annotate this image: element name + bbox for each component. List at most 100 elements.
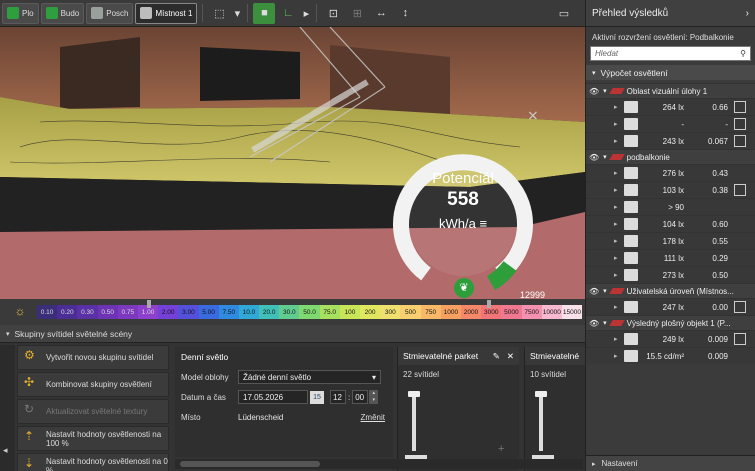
chevron-right-icon[interactable]: ▸ [614,237,624,245]
collapse-icon[interactable]: ▾ [603,87,607,95]
sky-model-select[interactable]: Žádné denní světlo ▾ [238,370,381,384]
result-row[interactable]: ▸ 273 lx 0.50 [586,266,755,283]
date-input[interactable]: 17.05.2026 [238,390,308,404]
result-row[interactable]: ▸ 249 lx 0.009 [586,330,755,347]
measure-horizontal-icon[interactable]: ↔ [370,3,392,24]
result-group[interactable]: 👁 ▾ podbalkonie [586,149,755,164]
measure-vertical-icon[interactable]: ↕ [394,3,416,24]
chevron-right-icon[interactable]: ▸ [614,203,624,211]
arrow-down-icon: ⇣ [24,455,35,470]
chevron-right-icon[interactable]: ▸ [614,335,624,343]
panel-header[interactable]: ▾ Skupiny svítidel světelné scény [0,325,585,343]
menu-icon[interactable]: ≡ [479,216,487,231]
dimming-slider[interactable] [535,391,547,451]
edit-icon[interactable]: ✎ [493,351,500,362]
eye-icon[interactable]: 👁 [589,319,599,328]
result-row[interactable]: ▸ 104 lx 0.60 [586,215,755,232]
card-title: Stmievatelné parket [403,351,479,361]
grid-snap-icon[interactable]: ⊞ [346,3,368,24]
tab-mistnost[interactable]: Místnost 1 [135,2,198,24]
result-row[interactable]: ▸ 247 lx 0.00 [586,298,755,315]
tab-plo[interactable]: Plo [2,2,39,24]
combine-groups-button[interactable]: ✣ Kombinovat skupiny osvětlení [17,372,169,397]
create-group-button[interactable]: ⚙ Vytvořit novou skupinu svítidel [17,345,169,370]
tab-podlazi[interactable]: Posch [86,2,134,24]
plus-icon[interactable]: + [498,443,504,455]
set-100-button[interactable]: ⇡ Nastavit hodnoty osvětlenosti na 100 % [17,426,169,451]
chevron-down-icon[interactable]: ▾ [232,3,242,24]
minute-input[interactable]: 00 [352,390,369,404]
search-input[interactable]: Hledat ⚲ [590,46,751,61]
tab-label: Budo [60,8,80,18]
place-value: Lüdenscheid [238,412,284,422]
change-location-link[interactable]: Změnit [361,413,385,422]
graph-icon[interactable] [734,184,746,196]
collapse-icon[interactable]: ▾ [603,319,607,327]
slider-knob[interactable] [535,391,547,397]
graph-icon[interactable] [734,135,746,147]
graph-icon[interactable] [734,118,746,130]
eye-icon[interactable]: 👁 [589,87,599,96]
result-row[interactable]: ▸ 264 lx 0.66 [586,98,755,115]
tab-budova[interactable]: Budo [40,2,85,24]
floor-view-button[interactable]: ■ [253,2,276,24]
group-name: podbalkonie [626,152,670,162]
result-group[interactable]: 👁 ▾ Oblast vizuální úlohy 1 [586,83,755,98]
horizontal-scrollbar[interactable] [175,459,583,469]
slider-knob[interactable] [408,391,420,397]
dimming-slider[interactable] [408,391,420,451]
snap-icon[interactable]: ⊡ [322,3,344,24]
result-row[interactable]: ▸ > 90 [586,198,755,215]
settings-bar[interactable]: ▸ Nastavení [586,455,755,471]
update-textures-button[interactable]: ↻ Aktualizovat světelné textury [17,399,169,424]
monitor-icon[interactable]: ▭ [553,3,575,24]
chevron-left-icon[interactable]: ◂ [3,445,8,456]
toolbar: Plo Budo Posch Místnost 1 ⬚ ▾ ■ ∟ ▸ ⊡ ⊞ … [0,0,585,27]
wall-view-icon[interactable]: ∟ [277,3,299,24]
3d-viewport[interactable]: × Potenciál 558 kWh/a ≡ ❦ 0 13557 12999 [0,27,585,299]
collapse-icon[interactable]: ▾ [603,153,607,161]
result-row[interactable]: ▸ 15.5 cd/m² 0.009 [586,347,755,364]
set-0-button[interactable]: ⇣ Nastavit hodnoty osvětlenosti na 0 % [17,453,169,471]
hour-input[interactable]: 12 [330,390,346,404]
graph-icon[interactable] [734,301,746,313]
scale-left-handle[interactable] [147,300,151,308]
result-row[interactable]: ▸ 178 lx 0.55 [586,232,755,249]
result-group[interactable]: 👁 ▾ Výsledný plošný objekt 1 (P... [586,315,755,330]
result-row[interactable]: ▸ 103 lx 0.38 [586,181,755,198]
chevron-right-icon[interactable]: ▸ [614,254,624,262]
chevron-right-icon[interactable]: ▸ [614,352,624,360]
chevron-right-icon[interactable]: ▸ [614,137,624,145]
graph-icon[interactable] [734,101,746,113]
chevron-right-icon[interactable]: ▸ [614,120,624,128]
chevron-right-icon[interactable]: › [746,8,749,19]
eye-icon[interactable]: 👁 [589,287,599,296]
scale-cell: 750 [420,305,441,319]
chevron-right-icon[interactable]: ▸ [614,220,624,228]
chevron-right-icon[interactable]: ▸ [614,271,624,279]
result-group[interactable]: 👁 ▾ Uživatelská úroveň (Místnos... [586,283,755,298]
search-icon[interactable]: ⚲ [740,49,746,58]
time-spinner[interactable]: ▴ ▾ [369,390,379,404]
result-row[interactable]: ▸ 276 lx 0.43 [586,164,755,181]
chevron-right-icon[interactable]: ▸ [614,169,624,177]
collapse-icon[interactable]: ▾ [603,287,607,295]
result-row[interactable]: ▸ - - [586,115,755,132]
close-icon[interactable]: ✕ [507,351,514,362]
chevron-right-icon[interactable]: ▸ [614,186,624,194]
scrollbar-thumb[interactable] [180,461,320,467]
graph-icon[interactable] [734,333,746,345]
selection-icon[interactable]: ⬚ [208,3,230,24]
eye-icon[interactable]: 👁 [589,153,599,162]
chevron-right-icon[interactable]: ▸ [614,303,624,311]
scale-cell: 7500 [521,305,542,319]
result-row[interactable]: ▸ 111 lx 0.29 [586,249,755,266]
scale-cell: 1000 [440,305,461,319]
calculation-section[interactable]: ▾ Výpočet osvětlení [586,65,755,80]
sun-icon[interactable]: ☼ [13,304,27,318]
calendar-icon[interactable]: 15 [310,390,324,404]
chevron-right-icon[interactable]: ▸ [614,103,624,111]
result-row[interactable]: ▸ 243 lx 0.067 [586,132,755,149]
scale-right-handle[interactable] [487,300,491,308]
chevron-right-icon[interactable]: ▸ [301,3,311,24]
